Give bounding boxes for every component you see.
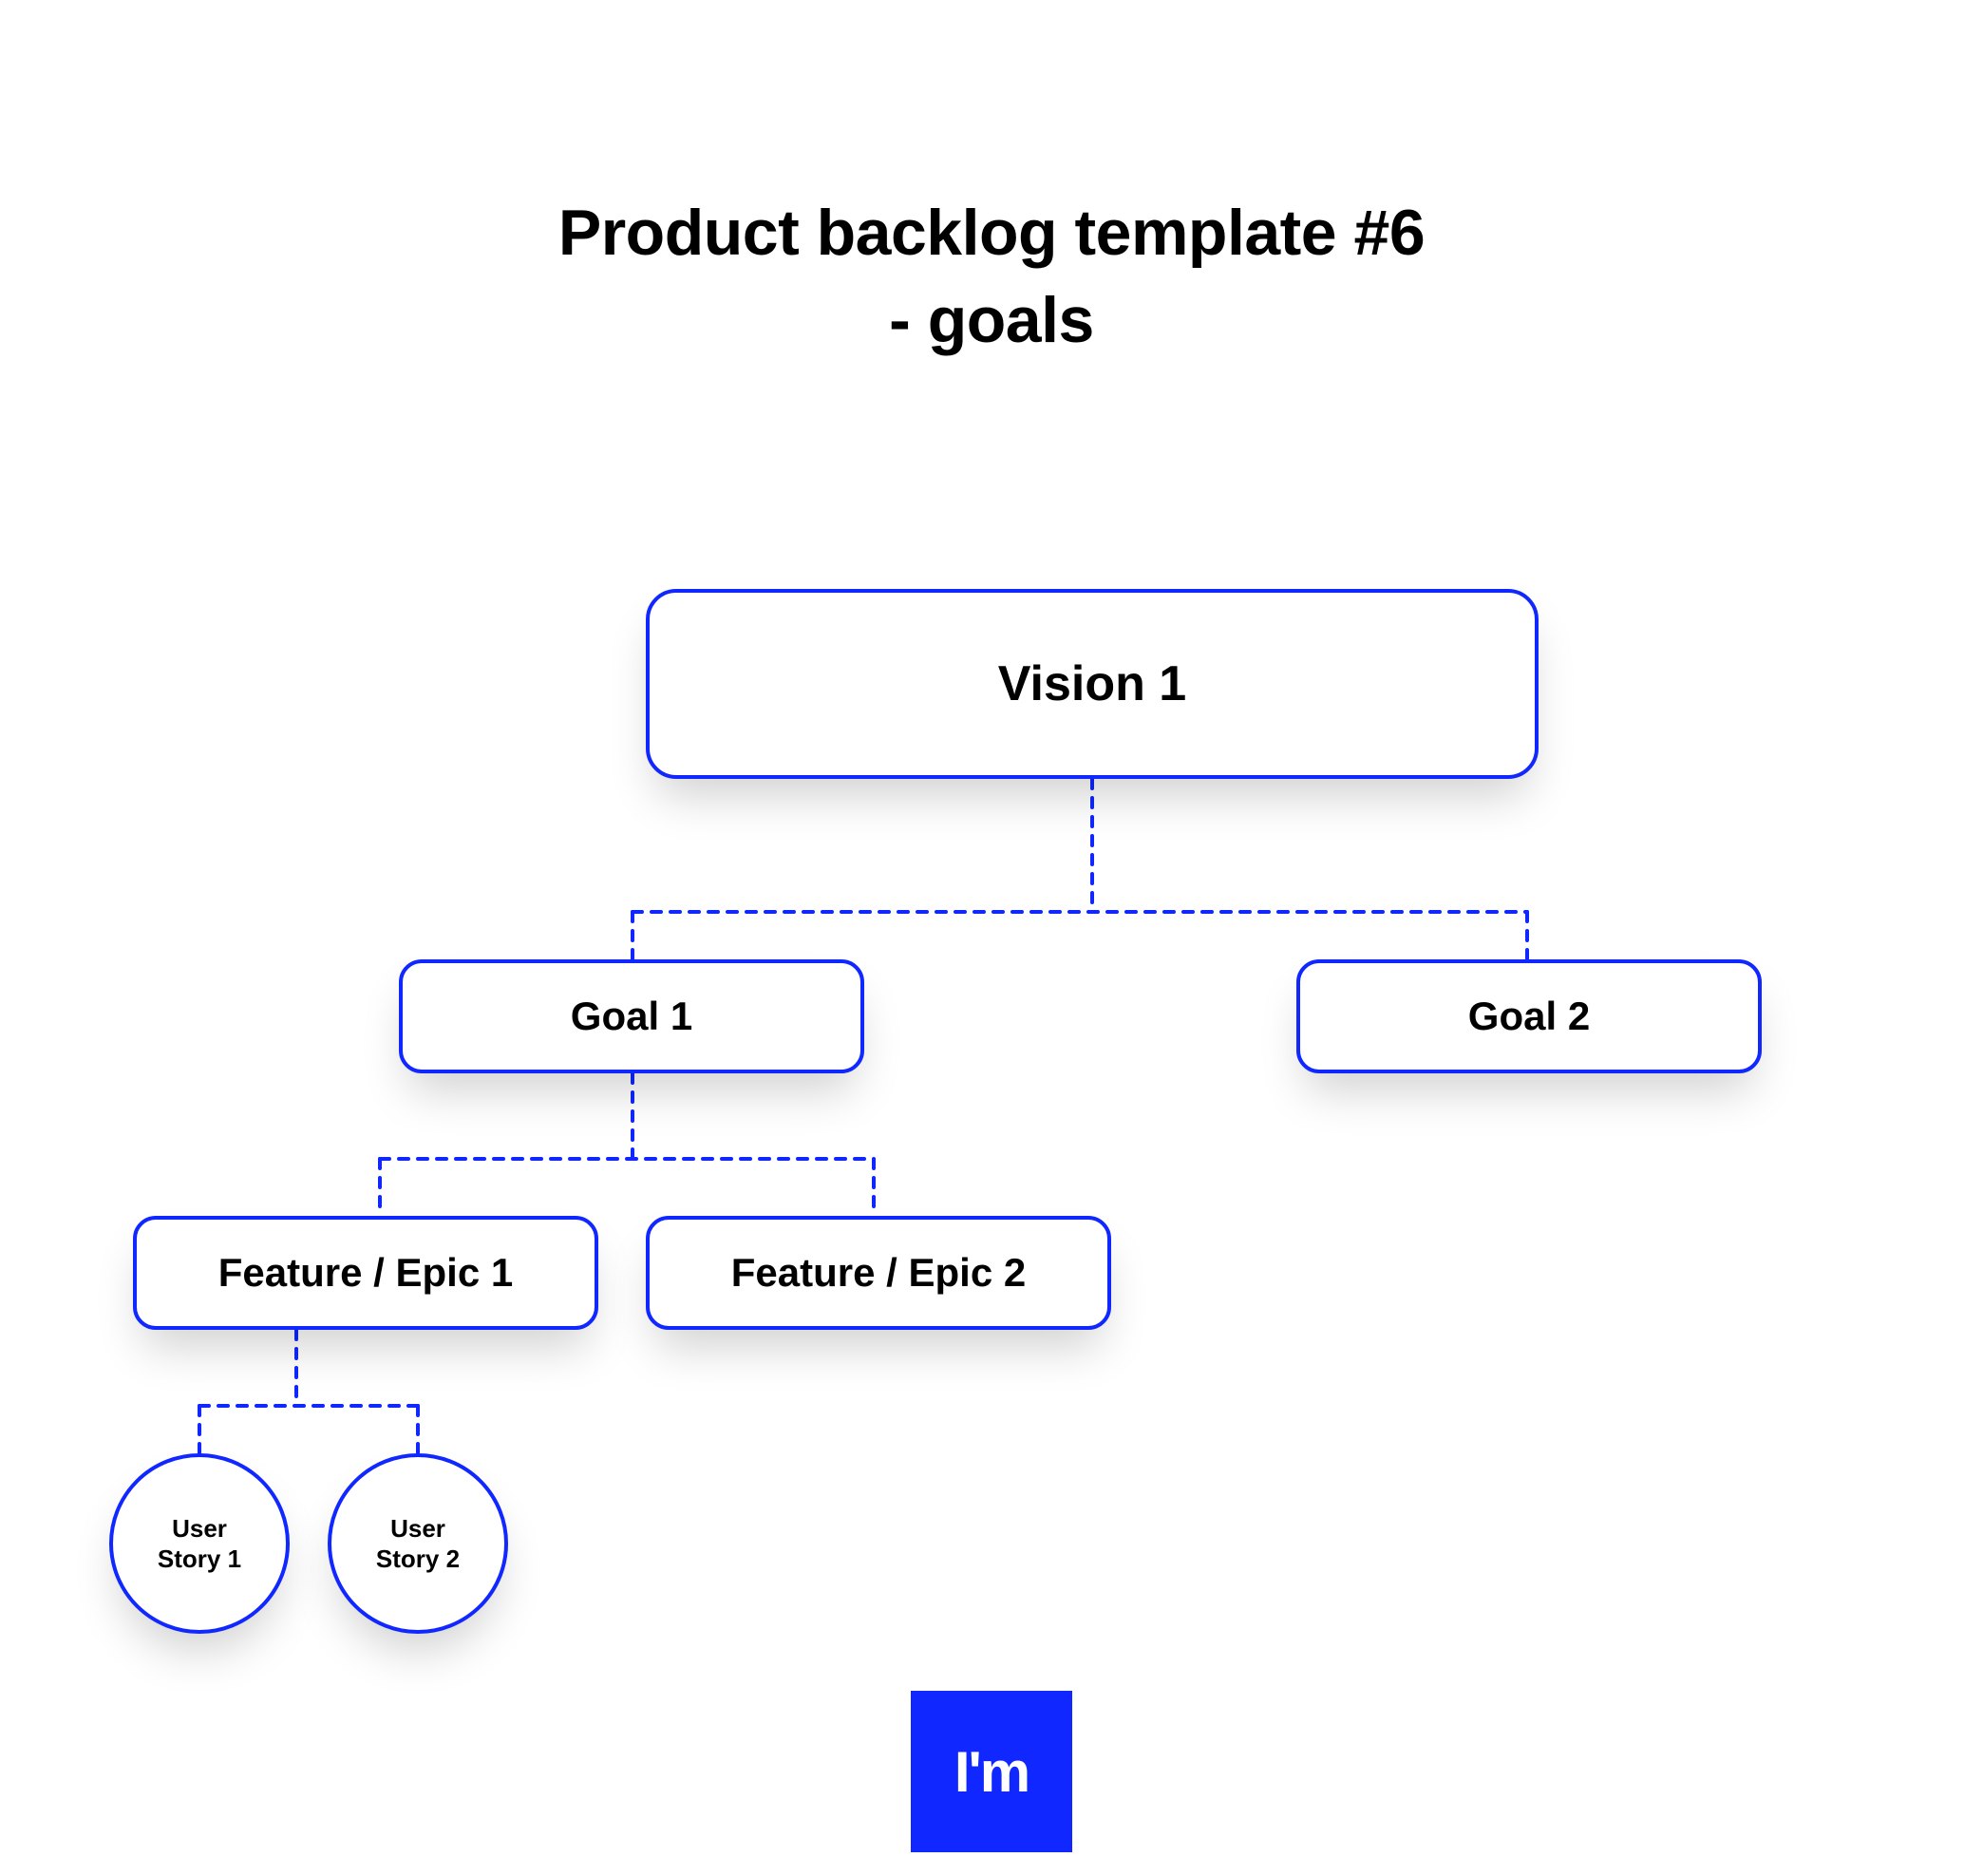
node-epic-2: Feature / Epic 2 — [646, 1216, 1111, 1330]
story-1-line-2: Story 1 — [158, 1544, 241, 1575]
node-goal-1-label: Goal 1 — [571, 994, 692, 1039]
node-user-story-2: User Story 2 — [328, 1453, 508, 1634]
story-2-line-2: Story 2 — [376, 1544, 460, 1575]
connector-lines — [0, 0, 1983, 1876]
node-user-story-1: User Story 1 — [109, 1453, 290, 1634]
diagram-canvas: Vision 1 Goal 1 Goal 2 Feature / Epic 1 … — [0, 0, 1983, 1876]
story-2-line-1: User — [376, 1513, 460, 1544]
node-goal-1: Goal 1 — [399, 959, 864, 1073]
story-1-line-1: User — [158, 1513, 241, 1544]
brand-logo: I'm — [911, 1691, 1072, 1852]
node-vision: Vision 1 — [646, 589, 1539, 779]
node-goal-2-label: Goal 2 — [1468, 994, 1590, 1039]
node-epic-1: Feature / Epic 1 — [133, 1216, 598, 1330]
node-epic-1-label: Feature / Epic 1 — [218, 1250, 513, 1296]
node-epic-2-label: Feature / Epic 2 — [731, 1250, 1026, 1296]
brand-logo-text: I'm — [954, 1739, 1029, 1805]
node-vision-label: Vision 1 — [998, 655, 1186, 712]
node-goal-2: Goal 2 — [1296, 959, 1762, 1073]
